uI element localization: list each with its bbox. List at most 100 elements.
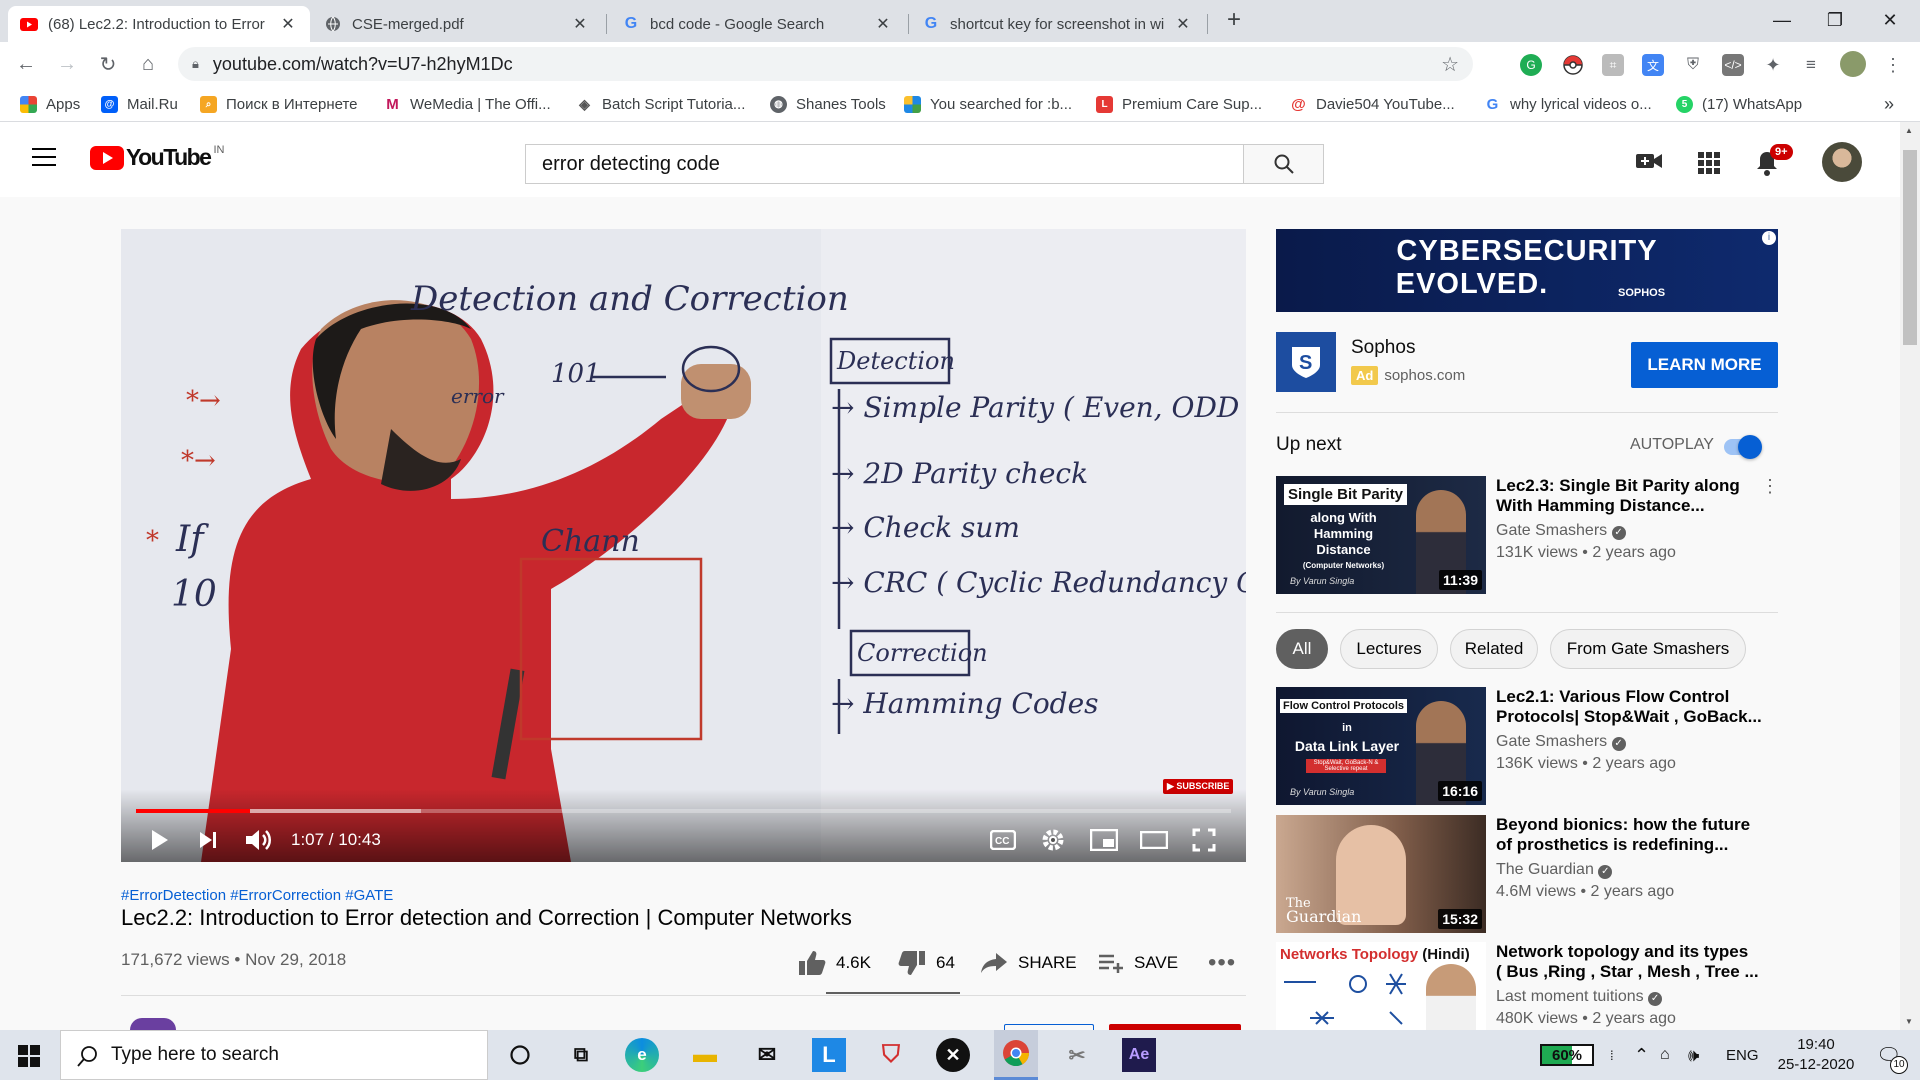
video-card-title[interactable]: Beyond bionics: how the future of prosthe…	[1496, 815, 1766, 855]
bookmark-davie504[interactable]: @ Davie504 YouTube...	[1290, 93, 1455, 115]
video-thumbnail[interactable]: Networks Topology (Hindi)	[1276, 942, 1486, 1030]
xbox-icon[interactable]: ✕	[936, 1038, 970, 1072]
chrome-menu-icon[interactable]: ⋮	[1882, 54, 1904, 76]
input-language[interactable]: ENG	[1726, 1030, 1759, 1080]
more-actions-icon[interactable]: •••	[1208, 949, 1236, 976]
fullscreen-icon[interactable]	[1189, 827, 1219, 853]
video-card[interactable]: Flow Control Protocols in Data Link Laye…	[1276, 687, 1776, 805]
chip-lectures[interactable]: Lectures	[1340, 629, 1438, 669]
reading-list-icon[interactable]: ≡	[1800, 54, 1822, 76]
account-avatar[interactable]	[1822, 142, 1862, 182]
bookmark-wemedia[interactable]: M WeMedia | The Offi...	[384, 93, 551, 115]
search-button[interactable]	[1243, 144, 1324, 184]
profile-avatar[interactable]	[1840, 51, 1866, 77]
close-tab-icon[interactable]: ✕	[570, 14, 590, 34]
channel-name[interactable]: Gate Smashers ✓	[1496, 522, 1626, 540]
ad-advertiser-name[interactable]: Sophos	[1351, 337, 1415, 359]
mail-icon[interactable]: ✉	[750, 1038, 784, 1072]
search-input[interactable]: error detecting code	[525, 144, 1244, 184]
bookmark-apps[interactable]: Apps	[20, 93, 80, 115]
chip-all[interactable]: All	[1276, 629, 1328, 669]
reload-button[interactable]: ↻	[94, 50, 122, 78]
close-tab-icon[interactable]: ✕	[278, 14, 298, 34]
minimize-button[interactable]: —	[1752, 0, 1812, 40]
card-menu-icon[interactable]: ⋮	[1761, 476, 1779, 497]
video-thumbnail[interactable]: The Guardian 15:32	[1276, 815, 1486, 933]
cortana-icon[interactable]	[503, 1038, 537, 1072]
captions-icon[interactable]: CC	[989, 827, 1017, 853]
network-icon[interactable]: ⌂	[1660, 1030, 1670, 1080]
chip-related[interactable]: Related	[1450, 629, 1538, 669]
maximize-button[interactable]: ❐	[1805, 0, 1865, 40]
share-button[interactable]: SHARE	[980, 950, 1077, 976]
play-icon[interactable]	[145, 825, 175, 855]
chrome-taskbar-active[interactable]	[994, 1030, 1038, 1080]
autoplay-toggle[interactable]	[1724, 435, 1762, 459]
channel-avatar[interactable]	[130, 1018, 176, 1030]
close-window-button[interactable]: ✕	[1860, 0, 1920, 40]
grammarly-extension-icon[interactable]: G	[1520, 54, 1542, 76]
file-explorer-icon[interactable]: ▬	[688, 1038, 722, 1072]
video-card[interactable]: Single Bit Parity along With Hamming Dis…	[1276, 476, 1779, 594]
video-card-title[interactable]: Lec2.3: Single Bit Parity along With Hamm…	[1496, 476, 1766, 516]
dislike-button[interactable]: 64	[898, 950, 955, 976]
bookmark-whatsapp[interactable]: 5 (17) WhatsApp	[1676, 93, 1802, 115]
ad-info-icon[interactable]: i	[1762, 231, 1776, 245]
bookmark-search-internet[interactable]: ⌕ Поиск в Интернете	[200, 93, 358, 115]
l-app-icon[interactable]: L	[812, 1038, 846, 1072]
new-tab-button[interactable]: +	[1220, 6, 1248, 34]
hashtags[interactable]: #ErrorDetection #ErrorCorrection #GATE	[121, 887, 393, 904]
save-button[interactable]: SAVE	[1098, 950, 1178, 976]
video-thumbnail[interactable]: Flow Control Protocols in Data Link Laye…	[1276, 687, 1486, 805]
bookmark-batch-script[interactable]: ◈ Batch Script Tutoria...	[576, 93, 745, 115]
more-bookmarks-chevron[interactable]: »	[1884, 93, 1894, 115]
create-video-icon[interactable]	[1636, 152, 1662, 175]
bookmark-mailru[interactable]: @ Mail.Ru	[101, 93, 178, 115]
snipping-tool-icon[interactable]: ✂	[1060, 1038, 1094, 1072]
sophos-logo[interactable]: S	[1276, 332, 1336, 392]
home-button[interactable]: ⌂	[134, 50, 162, 78]
taskbar-search-input[interactable]: Type here to search	[60, 1030, 488, 1080]
after-effects-icon[interactable]: Ae	[1122, 1038, 1156, 1072]
code-extension-icon[interactable]: </>	[1722, 54, 1744, 76]
tab-youtube-video[interactable]: (68) Lec2.2: Introduction to Error ✕	[8, 6, 310, 42]
progress-bar[interactable]	[136, 809, 1231, 813]
bookmark-you-searched[interactable]: You searched for :b...	[904, 93, 1072, 115]
puzzle-extensions-icon[interactable]: ✦	[1762, 54, 1784, 76]
tab-google-shortcut[interactable]: G shortcut key for screenshot in wi ✕	[910, 6, 1205, 42]
youtube-logo[interactable]: YouTube IN	[90, 144, 224, 171]
close-tab-icon[interactable]: ✕	[873, 14, 893, 34]
edge-browser-icon[interactable]: e	[625, 1038, 659, 1072]
scrollbar-thumb[interactable]	[1903, 150, 1917, 345]
show-hidden-icons-chevron[interactable]: ⌃	[1634, 1030, 1649, 1080]
address-bar[interactable]: 🔒︎ youtube.com/watch?v=U7-h2hyM1Dc ☆	[178, 47, 1473, 81]
ad-banner[interactable]: CYBERSECURITY EVOLVED. SOPHOS i	[1276, 229, 1778, 312]
tab-google-bcd[interactable]: G bcd code - Google Search ✕	[610, 6, 905, 42]
bookmark-star-icon[interactable]: ☆	[1441, 52, 1459, 77]
miniplayer-icon[interactable]	[1089, 827, 1119, 853]
video-card-title[interactable]: Lec2.1: Various Flow Control Protocols| S…	[1496, 687, 1766, 727]
close-tab-icon[interactable]: ✕	[1173, 14, 1193, 34]
tray-icon[interactable]: ⁞	[1610, 1030, 1614, 1080]
video-card[interactable]: Networks Topology (Hindi) Network topolo…	[1276, 942, 1776, 1030]
windows-start-icon[interactable]	[18, 1045, 40, 1072]
video-card[interactable]: The Guardian 15:32 Beyond bionics: how th…	[1276, 815, 1776, 933]
video-player[interactable]: *→ *→ * Detection and Correction 101 err…	[121, 229, 1246, 862]
theater-mode-icon[interactable]	[1139, 827, 1169, 853]
back-button[interactable]: ←	[12, 50, 40, 78]
speaker-icon[interactable]: 🕪︎	[1688, 1030, 1699, 1080]
pokeball-extension-icon[interactable]	[1562, 54, 1584, 76]
extension-icon[interactable]: ⌗	[1602, 54, 1624, 76]
channel-name[interactable]: The Guardian ✓	[1496, 861, 1613, 879]
battery-indicator[interactable]: 60%	[1540, 1044, 1594, 1066]
chip-from-gate-smashers[interactable]: From Gate Smashers	[1550, 629, 1746, 669]
channel-name[interactable]: Gate Smashers ✓	[1496, 733, 1626, 751]
channel-name[interactable]: Last moment tuitions ✓	[1496, 988, 1663, 1006]
task-view-icon[interactable]: ⧉	[564, 1038, 598, 1072]
volume-icon[interactable]	[241, 825, 275, 855]
translate-extension-icon[interactable]: 文	[1642, 54, 1664, 76]
video-thumbnail[interactable]: Single Bit Parity along With Hamming Dis…	[1276, 476, 1486, 594]
hamburger-menu-icon[interactable]	[32, 148, 56, 168]
settings-gear-icon[interactable]	[1039, 827, 1067, 853]
bookmark-lyrical-videos[interactable]: Gwhy lyrical videos o...	[1484, 93, 1652, 115]
